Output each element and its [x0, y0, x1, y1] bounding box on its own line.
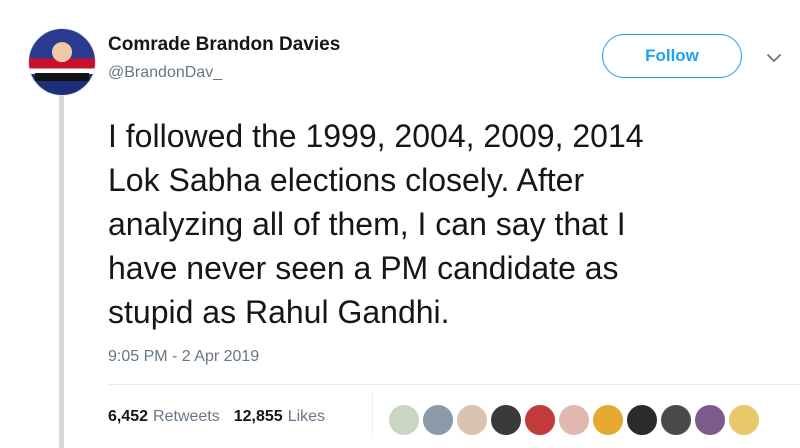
likes-count: 12,855	[233, 408, 283, 425]
retweets-stat[interactable]: 6,452 Retweets	[108, 408, 220, 426]
likes-label: Likes	[287, 408, 326, 425]
chevron-down-icon[interactable]	[766, 50, 782, 66]
divider	[108, 384, 800, 385]
display-name[interactable]: Comrade Brandon Davies	[108, 34, 340, 56]
avatar-banner	[35, 73, 89, 81]
avatar[interactable]	[28, 28, 96, 96]
user-handle[interactable]: @BrandonDav_	[108, 64, 222, 82]
retweets-label: Retweets	[153, 408, 220, 425]
liker-avatar[interactable]	[694, 404, 726, 436]
liker-avatar[interactable]	[456, 404, 488, 436]
liker-avatars	[388, 404, 762, 436]
retweets-count: 6,452	[108, 408, 149, 425]
follow-button[interactable]: Follow	[602, 34, 742, 78]
liker-avatar[interactable]	[592, 404, 624, 436]
tweet-timestamp[interactable]: 9:05 PM - 2 Apr 2019	[108, 348, 259, 366]
likes-stat[interactable]: 12,855 Likes	[234, 408, 325, 426]
tweet-stats: 6,452 Retweets 12,855 Likes	[108, 408, 325, 426]
liker-avatar[interactable]	[660, 404, 692, 436]
liker-avatar[interactable]	[728, 404, 760, 436]
liker-avatar[interactable]	[524, 404, 556, 436]
stats-separator	[372, 394, 373, 434]
liker-avatar[interactable]	[422, 404, 454, 436]
liker-avatar[interactable]	[388, 404, 420, 436]
liker-avatar[interactable]	[490, 404, 522, 436]
liker-avatar[interactable]	[626, 404, 658, 436]
tweet-text: I followed the 1999, 2004, 2009, 2014 Lo…	[108, 118, 644, 330]
thread-line	[59, 92, 64, 448]
liker-avatar[interactable]	[558, 404, 590, 436]
